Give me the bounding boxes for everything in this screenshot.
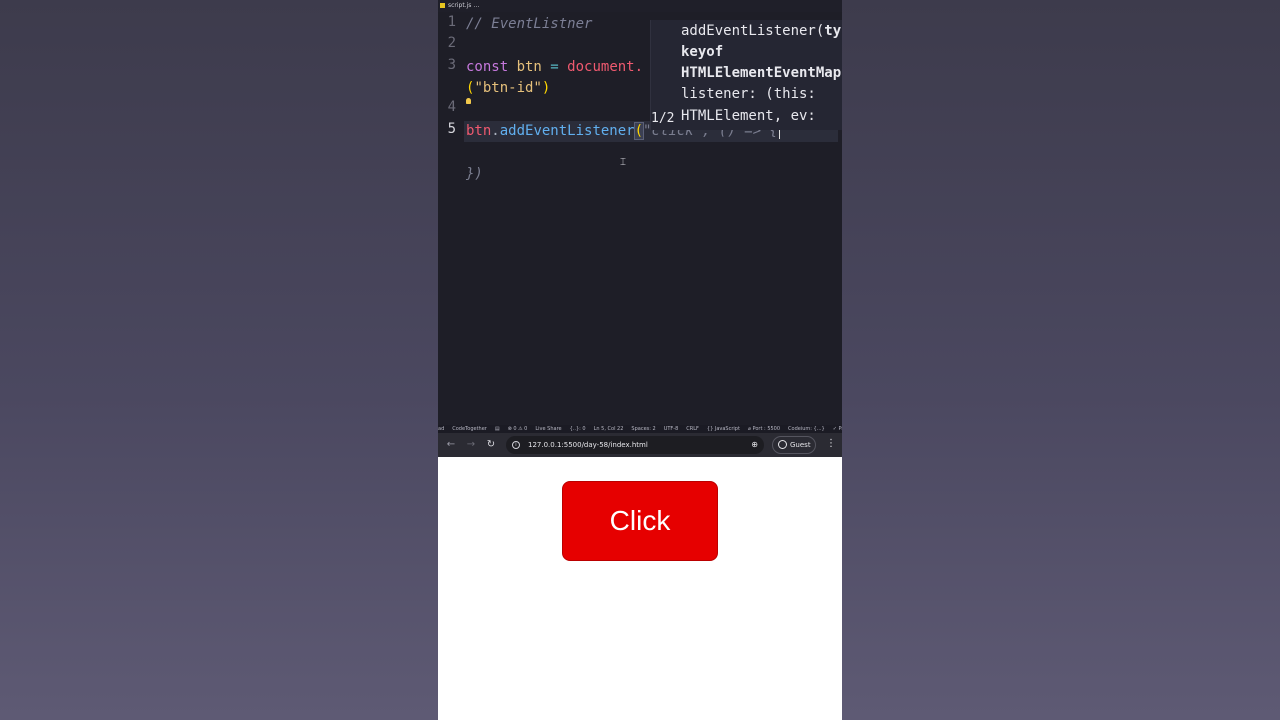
status-item[interactable]: UTF-8 (664, 426, 679, 432)
status-item[interactable]: CodeTogether (452, 426, 487, 432)
line-number: 4 (447, 99, 456, 115)
code-token: ) (541, 80, 551, 96)
code-line[interactable]: const btn = document. (466, 57, 643, 77)
status-item[interactable]: ⊗ 0 ⚠ 0 (508, 426, 528, 432)
status-item[interactable]: ⌀ Port : 5500 (748, 426, 780, 432)
lightbulb-icon[interactable] (466, 98, 471, 104)
status-item[interactable]: Spaces: 2 (631, 426, 655, 432)
text-cursor-icon: ⌶ (620, 157, 626, 168)
code-token: const (466, 59, 517, 75)
click-button[interactable]: Click (562, 481, 718, 561)
overload-counter[interactable]: 1/2 (651, 111, 674, 126)
line-number: 1 (447, 14, 456, 30)
editor-tab[interactable]: script.js … (438, 0, 842, 12)
signature-line: HTMLElementEventMap (681, 65, 842, 81)
signature-text-part: addEventListener( (681, 23, 825, 39)
javascript-file-icon (440, 3, 445, 8)
signature-line: keyof (681, 44, 724, 60)
status-item[interactable]: ad (438, 426, 444, 432)
web-page: Click (438, 457, 842, 720)
code-token: document. (567, 59, 644, 75)
zoom-icon[interactable]: ⊕ (751, 436, 758, 454)
forward-arrow-icon[interactable]: → (464, 438, 478, 452)
back-arrow-icon[interactable]: ← (444, 438, 458, 452)
line-number: 3 (447, 57, 456, 73)
status-bar: ad CodeTogether ▤ ⊗ 0 ⚠ 0 Live Share {..}: 0 L… (438, 425, 842, 433)
address-bar[interactable]: i 127.0.0.1:5500/day-58/index.html ⊕ (506, 436, 764, 454)
status-item[interactable]: {} JavaScript (707, 426, 740, 432)
profile-button[interactable]: Guest (772, 436, 816, 454)
code-token: = (541, 59, 568, 75)
status-item[interactable]: ✓ Pret (833, 426, 842, 432)
signature-param-bold: ty (824, 23, 842, 39)
matched-paren: ( (633, 122, 645, 140)
signature-line: HTMLElement, ev: (681, 108, 816, 124)
editor-tab-label: script.js … (448, 2, 480, 9)
signature-line: listener: (this: (681, 86, 816, 102)
status-item[interactable]: Codeium: {...} (788, 426, 825, 432)
profile-label: Guest (790, 441, 811, 449)
status-items: ad CodeTogether ▤ ⊗ 0 ⚠ 0 Live Share {..}: 0 L… (438, 425, 842, 433)
code-token: "btn-id" (474, 80, 542, 96)
status-item[interactable]: {..}: 0 (570, 426, 586, 432)
line-number: 5 (447, 121, 456, 137)
code-line[interactable]: // EventListner (466, 14, 592, 34)
code-token: . (491, 123, 500, 139)
profile-avatar-icon (778, 440, 787, 449)
code-editor[interactable]: 1// EventListner 2 3 const btn = document.(… (438, 12, 842, 425)
status-item[interactable]: CRLF (686, 426, 699, 432)
line-number: 2 (447, 35, 456, 51)
screen-frame: script.js … 1 // EventListner 2 3 const btn … (438, 0, 842, 720)
status-item[interactable]: Live Share (535, 426, 561, 432)
status-item[interactable]: ▤ (495, 426, 500, 432)
code-token: btn (466, 123, 492, 139)
code-line[interactable]: }) (466, 164, 483, 184)
signature-line: addEventListener(ty (681, 21, 841, 42)
status-item[interactable]: Ln 5, Col 22 (594, 426, 624, 432)
signature-help-popup: addEventListener(ty keyof HTMLElementEvent… (650, 20, 842, 130)
code-token: }) (466, 166, 483, 182)
browser-toolbar: ← → ↻ i 127.0.0.1:5500/day-58/index.html… (438, 433, 842, 457)
code-token: btn (516, 59, 542, 75)
url-text: 127.0.0.1:5500/day-58/index.html (528, 441, 648, 449)
reload-icon[interactable]: ↻ (484, 438, 498, 452)
site-info-icon[interactable]: i (512, 441, 520, 449)
browser-menu-icon[interactable]: ⋮ (826, 437, 836, 451)
code-token: // EventListner (466, 16, 593, 32)
code-token: addEventListener (499, 123, 635, 139)
code-line[interactable]: ("btn-id") (466, 78, 550, 98)
